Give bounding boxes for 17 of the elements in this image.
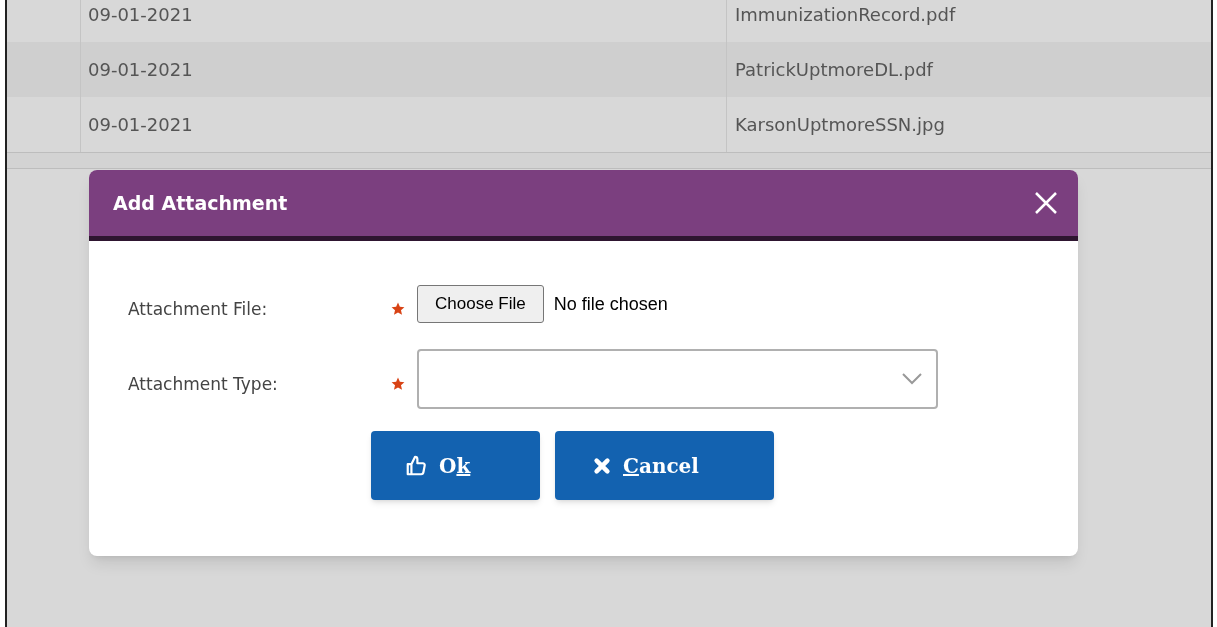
table-cell-text: KarsonUptmoreSSN.jpg [735, 113, 945, 137]
cancel-button[interactable]: Cancel [555, 431, 774, 500]
field-label: Attachment File: [127, 298, 269, 322]
thumbs-up-icon [405, 454, 427, 477]
file-status-text: No file chosen [553, 292, 668, 316]
ok-button[interactable]: Ok [371, 431, 540, 500]
field-label: Attachment Type: [127, 373, 279, 397]
dialog-title: Add Attachment [113, 190, 288, 216]
chevron-down-icon [902, 373, 922, 385]
close-icon [593, 456, 611, 475]
close-icon[interactable] [1034, 191, 1058, 215]
choose-file-button[interactable]: Choose File [417, 285, 544, 323]
table-cell-text: ImmunizationRecord.pdf [735, 3, 956, 27]
table-cell-text: 09-01-2021 [88, 113, 193, 137]
table-cell-text: PatrickUptmoreDL.pdf [735, 58, 933, 82]
table-cell-text: 09-01-2021 [88, 58, 193, 82]
table-cell-text: 09-01-2021 [88, 3, 193, 27]
